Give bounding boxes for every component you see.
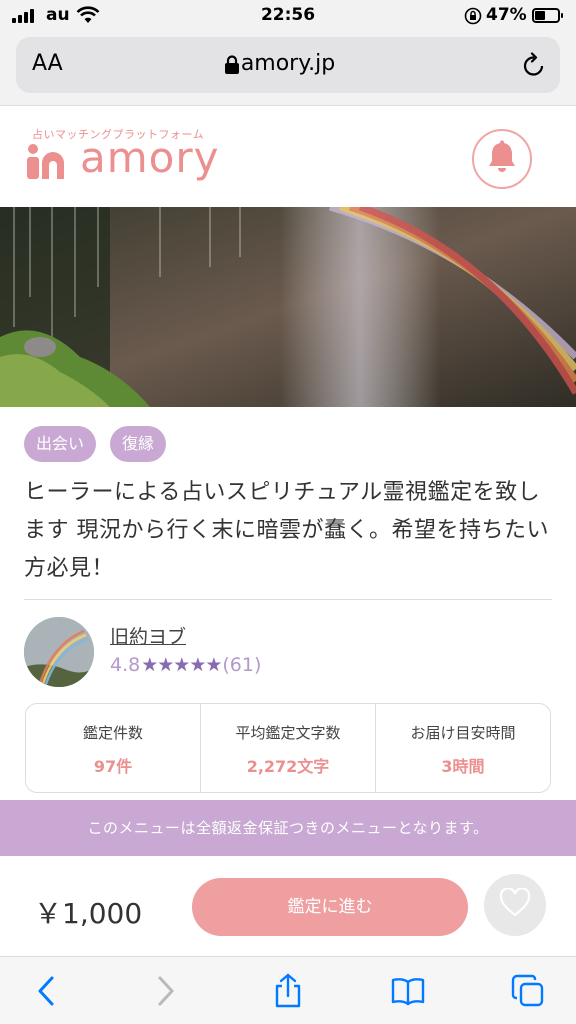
reload-icon[interactable] [522,52,546,82]
listing-title: ヒーラーによる占いスピリチュアル霊視鑑定を致します 現況から行く末に暗雲が蠢く。… [24,480,549,581]
stat-delivery-time: お届け目安時間 3時間 [376,704,550,792]
stat-label: 平均鑑定文字数 [235,724,341,742]
review-count[interactable]: (61) [222,654,261,676]
status-bar: au 22:56 47% [0,0,576,32]
bookmarks-icon[interactable] [390,973,426,1009]
stat-value: 97件 [93,757,133,776]
advisor-rating: 4.8 ★★★★★ (61) [110,654,261,676]
forward-icon[interactable] [148,973,184,1009]
stat-readings: 鑑定件数 97件 [26,704,201,792]
hero-image [0,207,576,407]
stat-label: 鑑定件数 [82,724,143,742]
heart-icon [499,887,531,922]
battery-icon [532,8,563,23]
back-icon[interactable] [28,973,64,1009]
amory-logo-icon[interactable] [26,141,66,181]
divider [24,599,552,600]
category-tags: 出会い 復縁 [24,426,167,462]
battery-percent: 47% [486,5,527,25]
browser-toolbar [0,956,576,1024]
bell-icon [486,140,518,178]
rating-score: 4.8 [110,654,141,676]
stat-value: 2,272文字 [246,757,330,776]
price: ￥1,000 [34,897,143,930]
advisor-name-link[interactable]: 旧約ヨブ [110,622,186,649]
stat-label: お届け目安時間 [410,724,516,742]
purchase-bar: ￥1,000 鑑定に進む [0,856,576,956]
refund-guarantee-banner: このメニューは全額返金保証つきのメニューとなります。 [0,800,576,856]
star-rating-icon: ★★★★★ [141,654,222,676]
browser-address-area: AA amory.jp [0,32,576,106]
tag-chip[interactable]: 復縁 [110,426,167,462]
share-icon[interactable] [270,973,306,1009]
site-header: 占いマッチングプラットフォーム amory [0,107,576,207]
stat-avg-chars: 平均鑑定文字数 2,272文字 [201,704,376,792]
notification-button[interactable] [472,129,532,189]
tabs-icon[interactable] [510,973,546,1009]
address-bar[interactable]: AA amory.jp [16,37,560,93]
proceed-to-reading-button[interactable]: 鑑定に進む [192,878,468,936]
url-text[interactable]: amory.jp [16,51,560,76]
avatar[interactable] [24,617,94,687]
brand-name[interactable]: amory [80,133,219,182]
rotation-lock-icon [464,7,482,29]
tag-chip[interactable]: 出会い [24,426,97,462]
favorite-button[interactable] [484,874,546,936]
stats-box: 鑑定件数 97件 平均鑑定文字数 2,272文字 お届け目安時間 3時間 [25,703,551,793]
stat-value: 3時間 [441,757,485,776]
